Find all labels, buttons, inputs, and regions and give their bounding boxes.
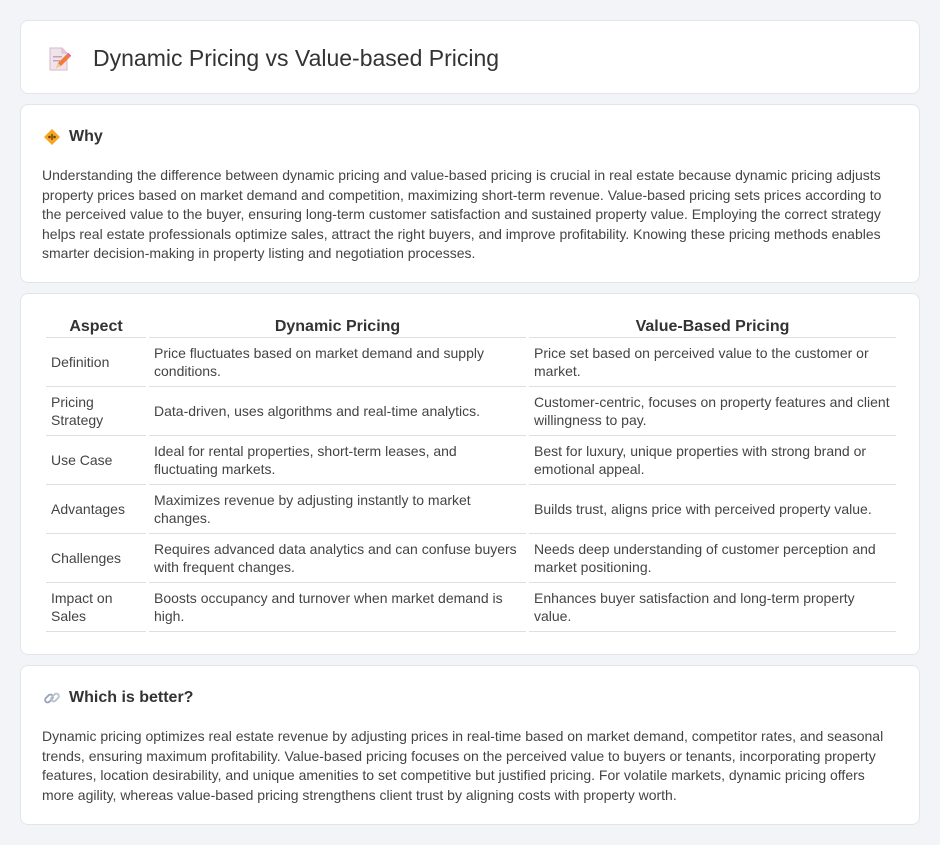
row-dynamic: Boosts occupancy and turnover when marke…: [149, 583, 526, 632]
page-title: Dynamic Pricing vs Value-based Pricing: [93, 45, 500, 71]
table-row: Use Case Ideal for rental properties, sh…: [46, 436, 896, 485]
table-header-row: Aspect Dynamic Pricing Value-Based Prici…: [46, 316, 896, 338]
diamond-warning-icon: [44, 129, 60, 145]
row-dynamic: Ideal for rental properties, short-term …: [149, 436, 526, 485]
table-row: Impact on Sales Boosts occupancy and tur…: [46, 583, 896, 632]
header-card: Dynamic Pricing vs Value-based Pricing: [20, 20, 920, 94]
which-is-better-title: Which is better?: [69, 689, 194, 706]
row-aspect: Challenges: [46, 534, 146, 583]
table-row: Advantages Maximizes revenue by adjustin…: [46, 485, 896, 534]
header-value-based-pricing: Value-Based Pricing: [529, 316, 896, 338]
link-icon: [44, 692, 60, 704]
row-dynamic: Requires advanced data analytics and can…: [149, 534, 526, 583]
why-text: Understanding the difference between dyn…: [42, 167, 882, 261]
which-is-better-text: Dynamic pricing optimizes real estate re…: [42, 728, 884, 803]
header-aspect: Aspect: [46, 316, 146, 338]
row-value: Enhances buyer satisfaction and long-ter…: [529, 583, 896, 632]
table-row: Challenges Requires advanced data analyt…: [46, 534, 896, 583]
row-value: Best for luxury, unique properties with …: [529, 436, 896, 485]
comparison-table-card: Aspect Dynamic Pricing Value-Based Prici…: [20, 293, 920, 655]
row-aspect: Advantages: [46, 485, 146, 534]
row-dynamic: Price fluctuates based on market demand …: [149, 338, 526, 387]
table-row: Definition Price fluctuates based on mar…: [46, 338, 896, 387]
row-dynamic: Maximizes revenue by adjusting instantly…: [149, 485, 526, 534]
row-dynamic: Data-driven, uses algorithms and real-ti…: [149, 387, 526, 436]
which-is-better-section: Which is better? Dynamic pricing optimiz…: [20, 665, 920, 825]
document-pencil-icon: [49, 47, 71, 70]
row-value: Needs deep understanding of customer per…: [529, 534, 896, 583]
why-title: Why: [69, 128, 103, 145]
row-aspect: Definition: [46, 338, 146, 387]
comparison-table: Aspect Dynamic Pricing Value-Based Prici…: [43, 316, 899, 632]
header-dynamic-pricing: Dynamic Pricing: [149, 316, 526, 338]
row-aspect: Use Case: [46, 436, 146, 485]
table-row: Pricing Strategy Data-driven, uses algor…: [46, 387, 896, 436]
row-value: Customer-centric, focuses on property fe…: [529, 387, 896, 436]
row-aspect: Impact on Sales: [46, 583, 146, 632]
row-value: Price set based on perceived value to th…: [529, 338, 896, 387]
why-section: Why Understanding the difference between…: [20, 104, 920, 283]
row-aspect: Pricing Strategy: [46, 387, 146, 436]
row-value: Builds trust, aligns price with perceive…: [529, 485, 896, 534]
